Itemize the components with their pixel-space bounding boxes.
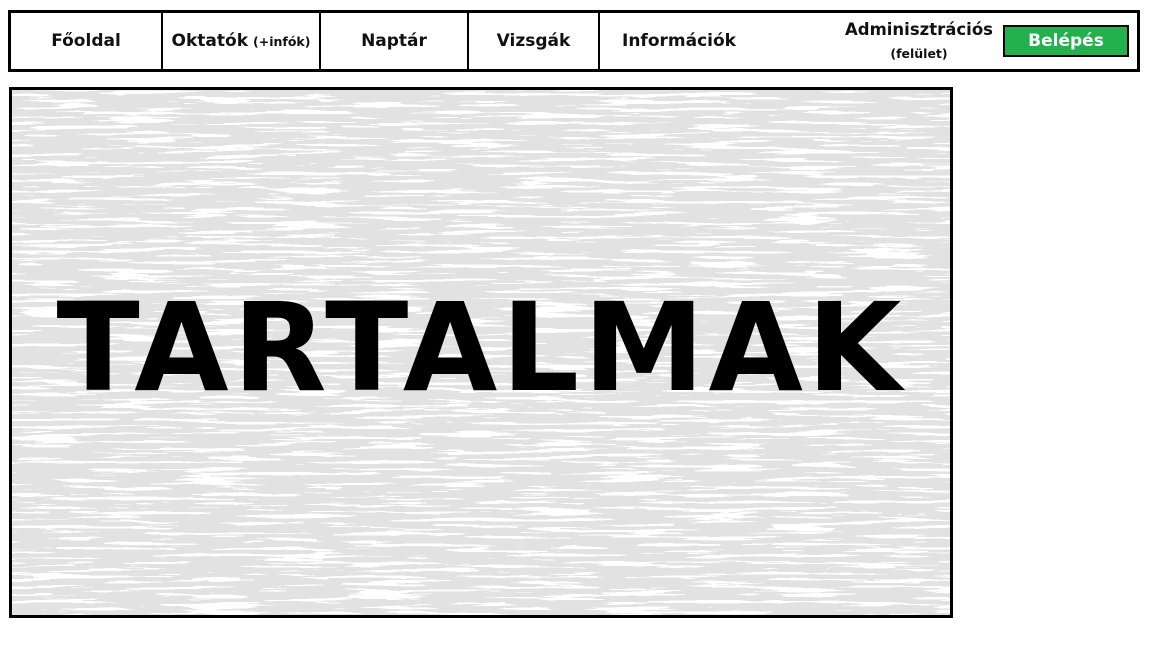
top-navigation-bar: Főoldal Oktatók (+infók) Naptár Vizsgák … [8,10,1140,72]
content-title: TARTALMAK [56,277,906,419]
nav-item-calendar[interactable]: Naptár [321,13,469,69]
nav-item-instructors[interactable]: Oktatók (+infók) [163,13,321,69]
admin-interface-label: Adminisztrációs (felület) [845,13,993,69]
nav-item-info-label: Információk [622,31,736,51]
nav-item-info[interactable]: Információk [600,13,802,69]
nav-item-calendar-label: Naptár [361,31,427,51]
login-button[interactable]: Belépés [1003,25,1129,57]
login-button-label: Belépés [1028,31,1104,51]
nav-item-instructors-sublabel: (+infók) [253,33,311,49]
admin-title: Adminisztrációs [844,20,993,39]
content-area: TARTALMAK [9,87,953,618]
nav-item-exams[interactable]: Vizsgák [469,13,600,69]
nav-item-instructors-label: Oktatók [171,31,249,51]
nav-item-exams-label: Vizsgák [496,31,571,51]
nav-item-home-label: Főoldal [51,31,121,51]
nav-item-home[interactable]: Főoldal [11,13,163,69]
admin-subtitle: (felület) [890,46,948,61]
